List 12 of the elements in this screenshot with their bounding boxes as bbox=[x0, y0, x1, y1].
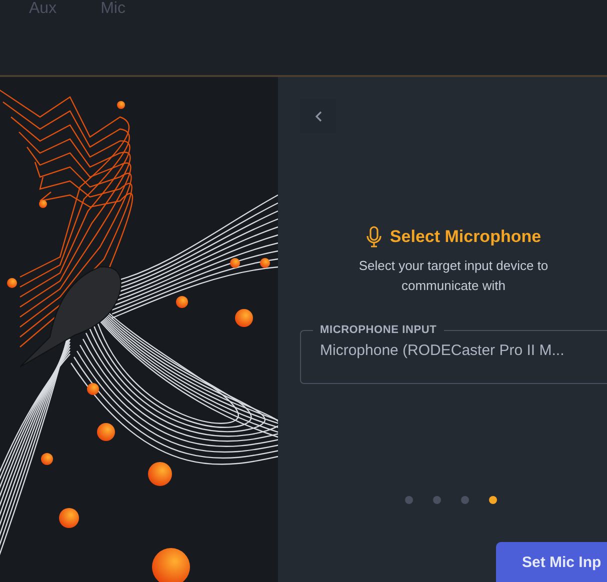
microphone-select-field[interactable]: MICROPHONE INPUT Microphone (RODECaster Pro II M... bbox=[300, 324, 607, 384]
field-label: MICROPHONE INPUT bbox=[319, 324, 438, 336]
microphone-icon bbox=[366, 226, 382, 248]
step-dot[interactable] bbox=[488, 496, 496, 504]
step-dot[interactable] bbox=[432, 496, 440, 504]
step-dot[interactable] bbox=[404, 496, 412, 504]
field-value: Microphone (RODECaster Pro II M... bbox=[320, 342, 564, 359]
panel-title: Select Microphone bbox=[390, 227, 542, 247]
set-mic-input-button[interactable]: Set Mic Inp bbox=[496, 542, 607, 582]
step-dot[interactable] bbox=[460, 496, 468, 504]
back-chevron-icon bbox=[314, 110, 322, 122]
panel-subtitle: Select your target input device to communicate with bbox=[358, 257, 550, 295]
